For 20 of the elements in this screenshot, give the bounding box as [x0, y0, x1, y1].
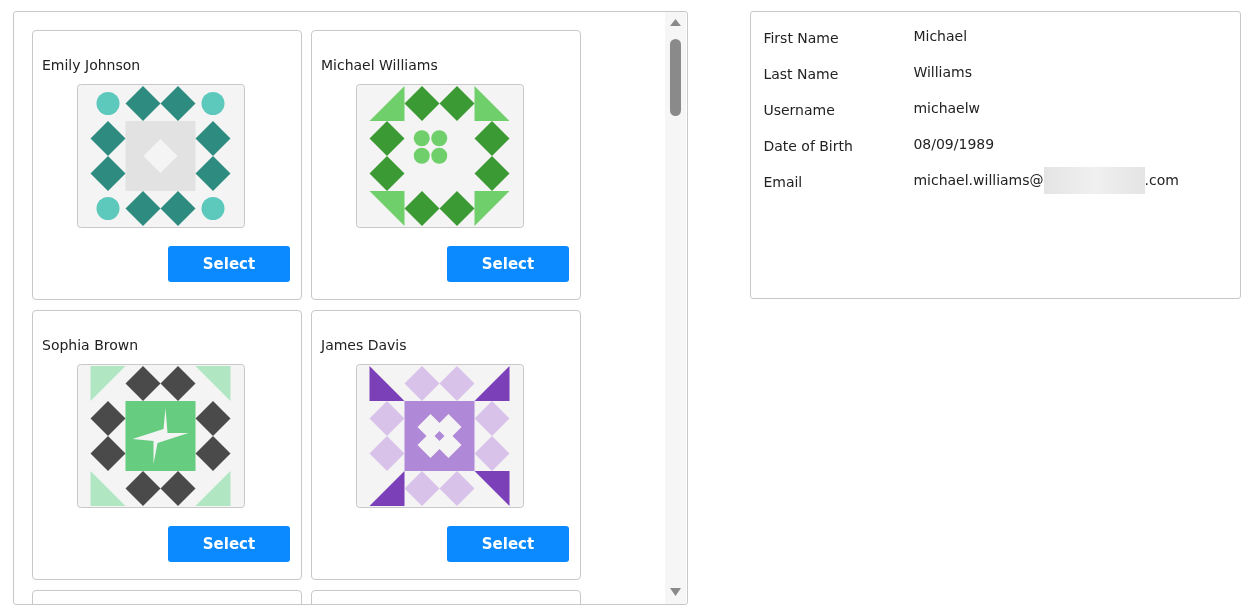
- field-label: Username: [763, 101, 836, 120]
- select-button[interactable]: Select: [447, 526, 569, 562]
- user-name: Emily Johnson: [42, 56, 142, 74]
- user-name: Sophia Brown: [42, 336, 140, 354]
- field-value: Michael: [913, 27, 969, 46]
- field-value: 08/09/1989: [913, 135, 996, 154]
- field-value: Williams: [913, 63, 973, 82]
- select-button[interactable]: Select: [447, 246, 569, 282]
- field-value: michael.williams@: [913, 171, 1044, 190]
- select-button[interactable]: Select: [168, 246, 290, 282]
- scrollbar[interactable]: [665, 12, 687, 604]
- user-name: James Davis: [321, 336, 408, 354]
- field-label: Date of Birth: [763, 137, 854, 156]
- field-label: First Name: [763, 29, 840, 48]
- user-name: Michael Williams: [321, 56, 439, 74]
- field-label: Email: [763, 173, 804, 192]
- field-label: Last Name: [763, 65, 840, 84]
- select-button[interactable]: Select: [168, 526, 290, 562]
- field-value: michaelw: [913, 99, 982, 118]
- field-value: .com: [1144, 171, 1179, 190]
